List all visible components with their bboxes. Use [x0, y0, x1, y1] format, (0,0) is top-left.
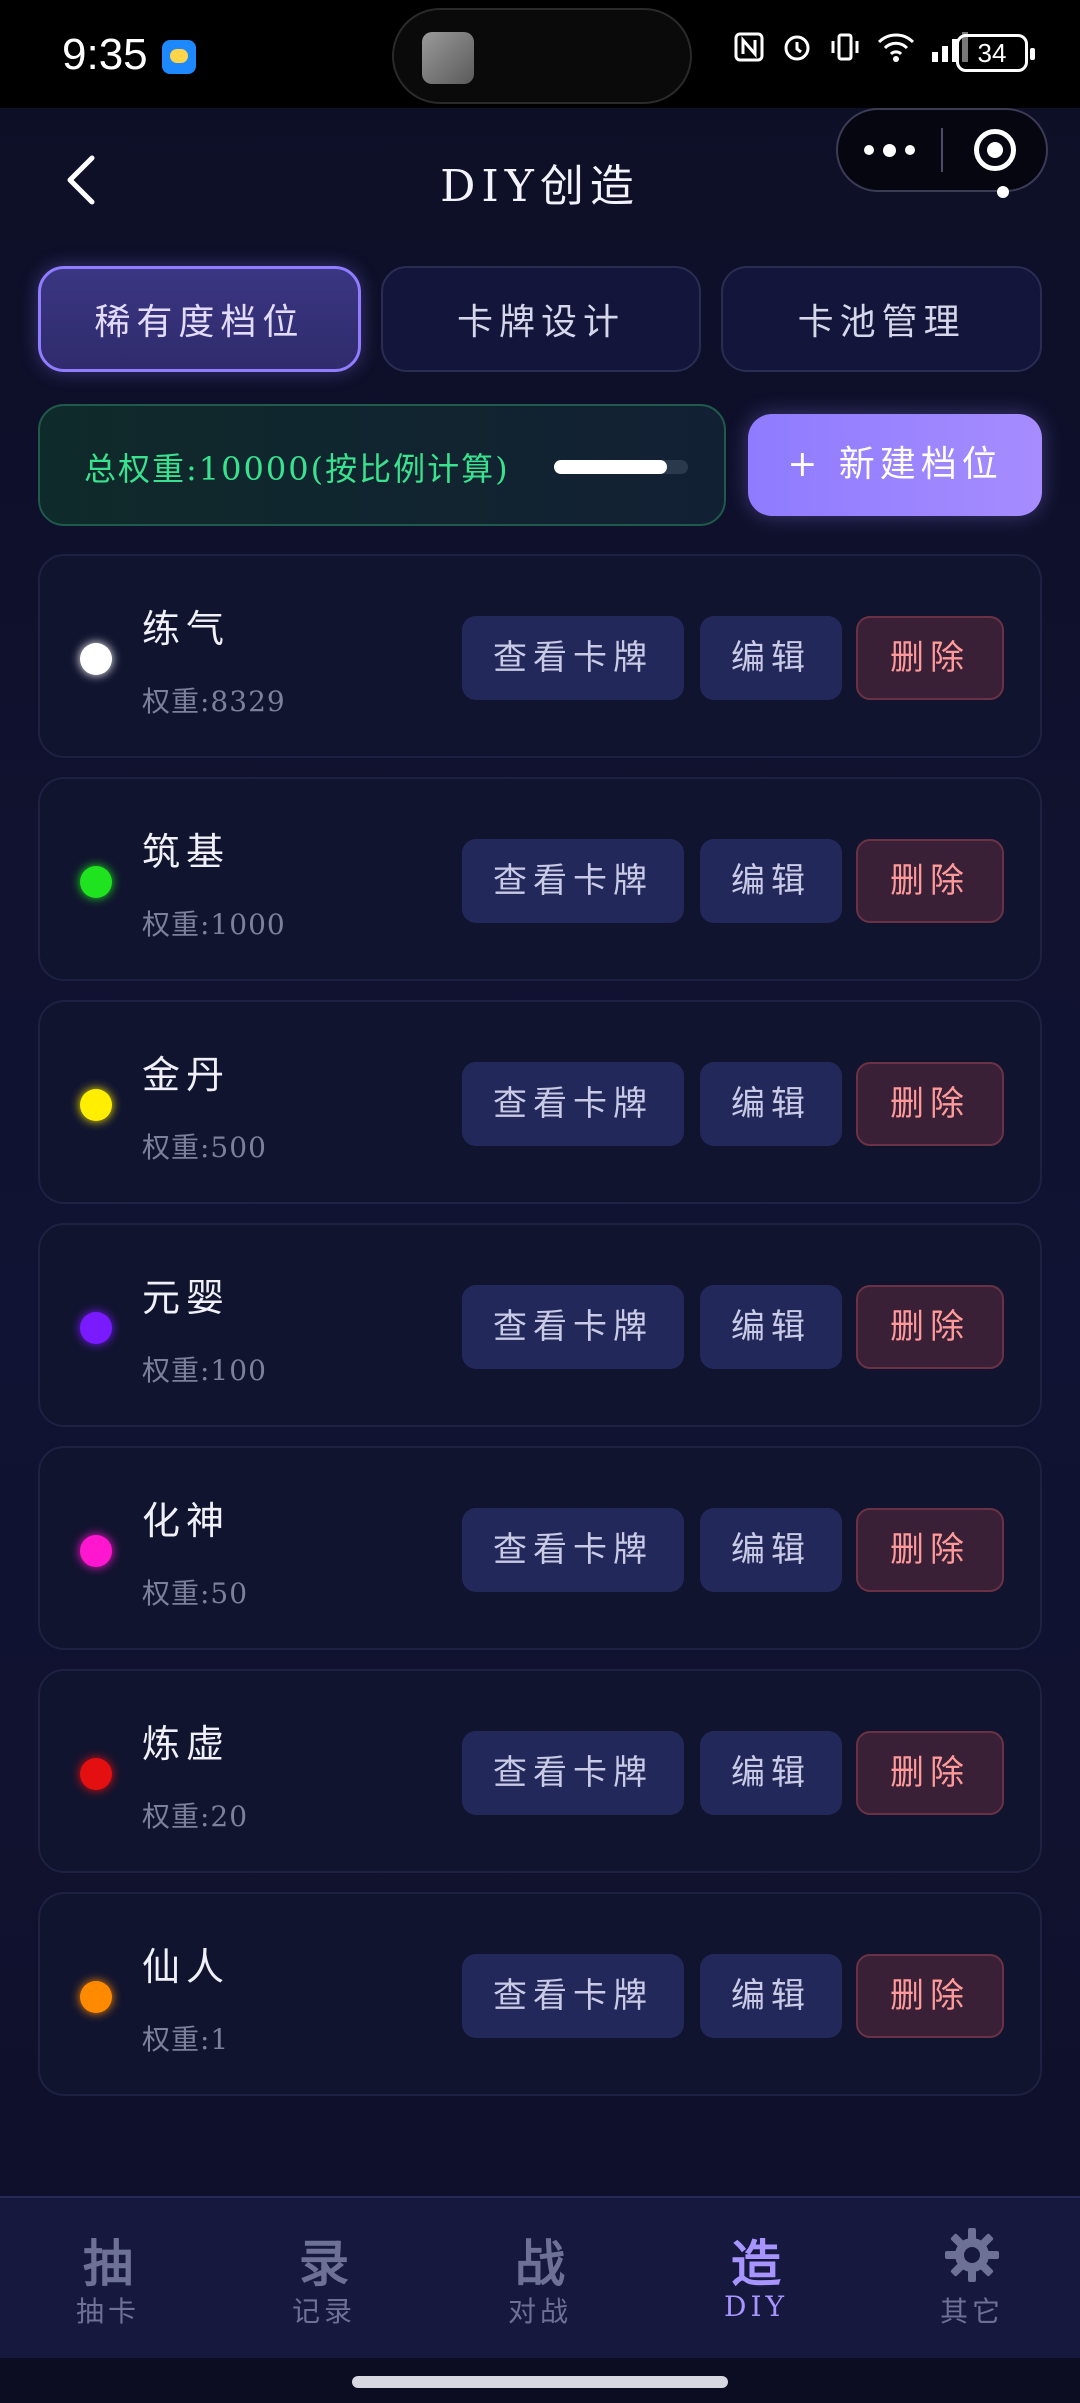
- nav-glyph: 战: [515, 2234, 565, 2293]
- vibrate-icon: [828, 30, 862, 73]
- tab-rarity-tiers[interactable]: 稀有度档位: [38, 266, 361, 372]
- edit-button[interactable]: 编辑: [700, 1508, 842, 1592]
- capsule-dot: [997, 186, 1009, 198]
- total-weight-panel: 总权重:10000(按比例计算): [38, 404, 726, 526]
- delete-button[interactable]: 删除: [856, 1062, 1004, 1146]
- tier-card: 金丹权重:500 查看卡牌 编辑 删除: [38, 1000, 1042, 1204]
- close-mini-program-button[interactable]: [943, 108, 1046, 192]
- nav-item-3[interactable]: 战对战: [432, 2198, 648, 2358]
- nav-label: 记录: [291, 2295, 356, 2328]
- view-cards-button[interactable]: 查看卡牌: [462, 1062, 684, 1146]
- tier-color-dot: [80, 866, 112, 898]
- battery-indicator: 34: [956, 34, 1035, 72]
- view-cards-button[interactable]: 查看卡牌: [462, 1508, 684, 1592]
- tier-color-dot: [80, 1758, 112, 1790]
- view-cards-button[interactable]: 查看卡牌: [462, 1731, 684, 1815]
- weight-progress-fill: [554, 460, 667, 474]
- total-weight-text: 总权重:10000(按比例计算): [84, 450, 510, 488]
- view-cards-button[interactable]: 查看卡牌: [462, 616, 684, 700]
- view-cards-button[interactable]: 查看卡牌: [462, 1954, 684, 2038]
- tier-weight: 权重:1000: [142, 908, 286, 941]
- tier-color-dot: [80, 1312, 112, 1344]
- status-time: 9:35: [62, 30, 148, 79]
- home-indicator[interactable]: [352, 2376, 728, 2388]
- nav-label: 抽卡: [75, 2295, 140, 2328]
- edit-button[interactable]: 编辑: [700, 1062, 842, 1146]
- tier-name: 金丹: [142, 1053, 231, 1097]
- nfc-icon: [732, 30, 766, 73]
- delete-button[interactable]: 删除: [856, 1954, 1004, 2038]
- tier-name: 练气: [142, 607, 231, 651]
- nav-glyph: 抽: [83, 2234, 133, 2293]
- alarm-icon: [780, 30, 814, 73]
- edit-button[interactable]: 编辑: [700, 1285, 842, 1369]
- delete-button[interactable]: 删除: [856, 1731, 1004, 1815]
- nav-item-1[interactable]: 抽抽卡: [0, 2198, 216, 2358]
- view-cards-button[interactable]: 查看卡牌: [462, 839, 684, 923]
- tier-card: 筑基权重:1000 查看卡牌 编辑 删除: [38, 777, 1042, 981]
- tier-card: 化神权重:50 查看卡牌 编辑 删除: [38, 1446, 1042, 1650]
- tier-name: 仙人: [142, 1945, 231, 1989]
- tier-card: 仙人权重:1 查看卡牌 编辑 删除: [38, 1892, 1042, 2096]
- tier-card: 元婴权重:100 查看卡牌 编辑 删除: [38, 1223, 1042, 1427]
- wifi-icon: [876, 30, 916, 73]
- tier-card: 练气权重:8329 查看卡牌 编辑 删除: [38, 554, 1042, 758]
- nav-item-2[interactable]: 录记录: [216, 2198, 432, 2358]
- back-button[interactable]: [52, 150, 112, 210]
- tier-name: 化神: [142, 1499, 231, 1543]
- edit-button[interactable]: 编辑: [700, 616, 842, 700]
- target-icon: [973, 129, 1016, 171]
- view-cards-button[interactable]: 查看卡牌: [462, 1285, 684, 1369]
- weight-progress-bar: [554, 460, 688, 474]
- page-title: DIY创造: [440, 161, 640, 212]
- new-tier-button[interactable]: + 新建档位: [748, 414, 1042, 516]
- nav-glyph: 造: [731, 2234, 781, 2293]
- nav-label: 对战: [507, 2295, 572, 2328]
- bottom-navigation: 抽抽卡录记录战对战造 DIY 其它: [0, 2196, 1080, 2358]
- tier-color-dot: [80, 1981, 112, 2013]
- media-thumbnail: [422, 32, 474, 84]
- mini-program-capsule: [836, 108, 1048, 192]
- weather-app-icon: [162, 40, 196, 74]
- nav-label: DIY: [724, 2290, 788, 2323]
- nav-item-5[interactable]: 其它: [864, 2198, 1080, 2358]
- tier-weight: 权重:1: [142, 2023, 230, 2056]
- more-dots-icon: [864, 145, 874, 155]
- dynamic-island: [392, 8, 692, 104]
- tier-weight: 权重:20: [142, 1800, 249, 1833]
- nav-item-4[interactable]: 造 DIY: [648, 2198, 864, 2358]
- tier-name: 元婴: [142, 1276, 231, 1320]
- tier-color-dot: [80, 1089, 112, 1121]
- tier-weight: 权重:50: [142, 1577, 249, 1610]
- tab-card-design[interactable]: 卡牌设计: [380, 266, 702, 372]
- tab-bar: 稀有度档位 卡牌设计 卡池管理: [38, 266, 1043, 372]
- more-options-button[interactable]: [838, 108, 941, 192]
- tier-name: 炼虚: [142, 1722, 231, 1766]
- delete-button[interactable]: 删除: [856, 616, 1004, 700]
- tier-list: 练气 权重:8329 查看卡牌 编辑 删除 筑基 权重:1000 查看卡牌 编辑 删除 金丹 权重:5…: [38, 554, 1042, 2115]
- chevron-left-icon: [67, 155, 95, 205]
- gear-icon: [942, 2224, 1002, 2286]
- edit-button[interactable]: 编辑: [700, 839, 842, 923]
- tier-weight: 权重:8329: [142, 685, 286, 718]
- tier-weight: 权重:100: [142, 1354, 267, 1387]
- nav-glyph: 录: [299, 2234, 349, 2293]
- delete-button[interactable]: 删除: [856, 1285, 1004, 1369]
- tier-weight: 权重:500: [142, 1131, 267, 1164]
- status-bar: 9:35 34: [0, 0, 1080, 108]
- tier-color-dot: [80, 1535, 112, 1567]
- edit-button[interactable]: 编辑: [700, 1731, 842, 1815]
- delete-button[interactable]: 删除: [856, 839, 1004, 923]
- tier-color-dot: [80, 643, 112, 675]
- nav-label: 其它: [939, 2295, 1004, 2328]
- tier-name: 筑基: [142, 830, 231, 874]
- tier-card: 炼虚权重:20 查看卡牌 编辑 删除: [38, 1669, 1042, 1873]
- delete-button[interactable]: 删除: [856, 1508, 1004, 1592]
- status-icons: [732, 30, 970, 73]
- tab-pool-management[interactable]: 卡池管理: [721, 266, 1043, 372]
- edit-button[interactable]: 编辑: [700, 1954, 842, 2038]
